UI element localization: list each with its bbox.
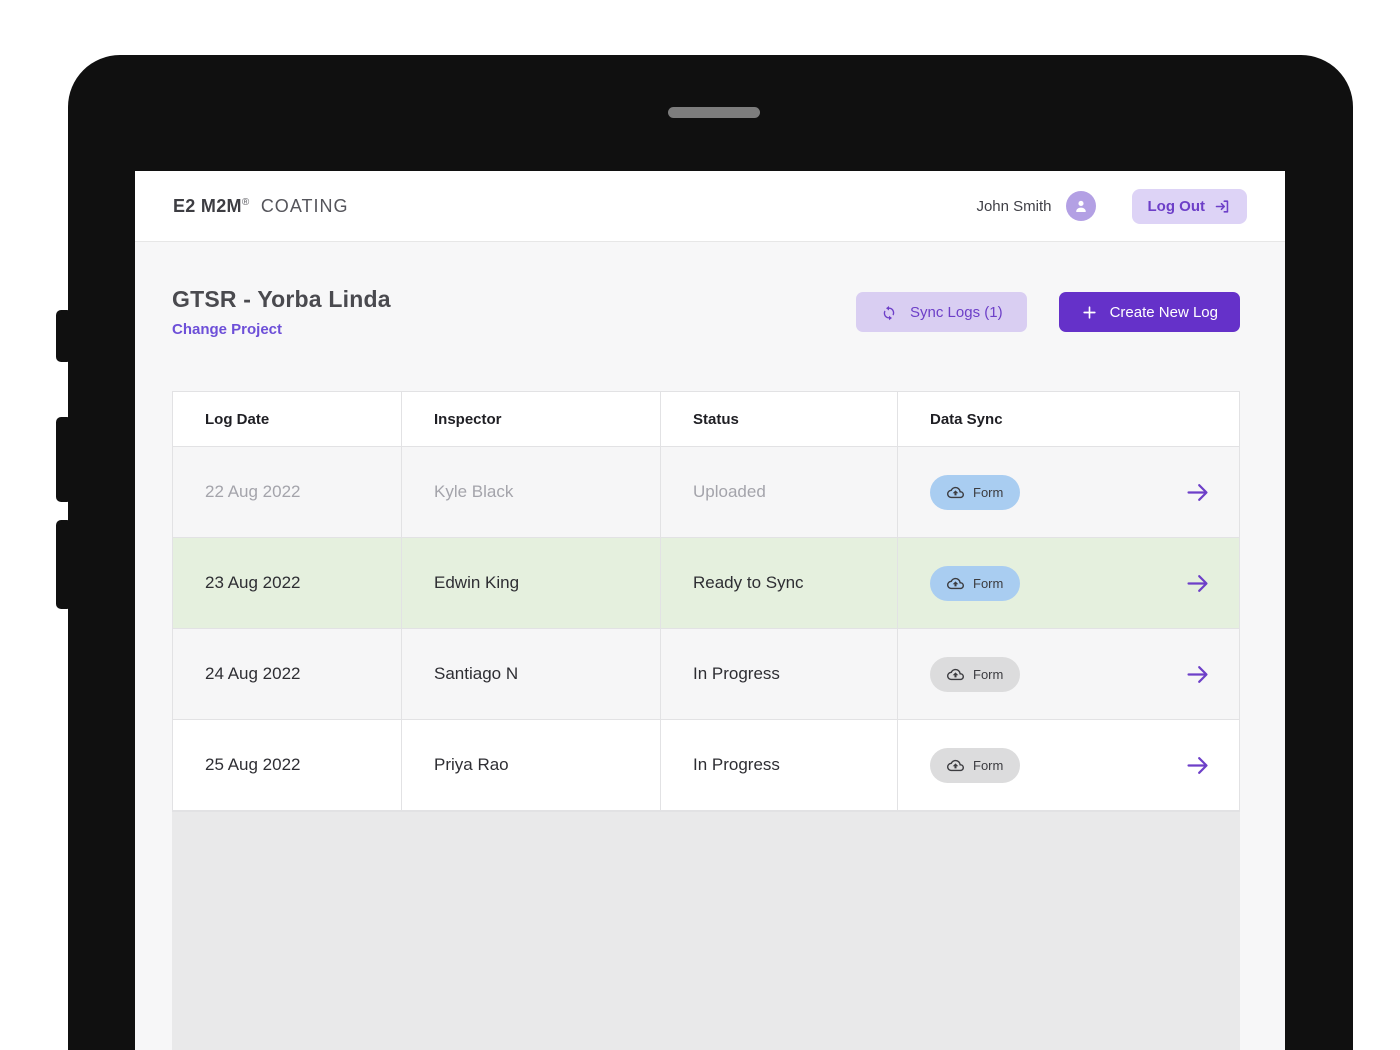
data-sync-cell: Form bbox=[898, 720, 1239, 810]
open-log-arrow-button[interactable] bbox=[1184, 661, 1211, 688]
column-header-log-date: Log Date bbox=[173, 392, 402, 446]
status-cell: In Progress bbox=[661, 720, 898, 810]
open-log-arrow-button[interactable] bbox=[1184, 752, 1211, 779]
arrow-right-icon bbox=[1184, 752, 1211, 779]
status-cell: In Progress bbox=[661, 629, 898, 719]
logs-table: Log Date Inspector Status Data Sync 22 A… bbox=[172, 391, 1240, 812]
logout-icon bbox=[1214, 198, 1231, 215]
table-row[interactable]: 25 Aug 2022 Priya Rao In Progress Form bbox=[173, 720, 1239, 811]
data-sync-cell: Form bbox=[898, 447, 1239, 537]
logout-button[interactable]: Log Out bbox=[1132, 189, 1247, 224]
arrow-right-icon bbox=[1184, 661, 1211, 688]
table-row[interactable]: 22 Aug 2022 Kyle Black Uploaded Form bbox=[173, 447, 1239, 538]
log-date-cell: 25 Aug 2022 bbox=[173, 720, 402, 810]
header-user-area: John Smith Log Out bbox=[976, 189, 1247, 224]
table-header-row: Log Date Inspector Status Data Sync bbox=[173, 392, 1239, 447]
project-heading: GTSR - Yorba Linda Change Project bbox=[172, 286, 391, 339]
sync-logs-label: Sync Logs (1) bbox=[910, 304, 1003, 321]
arrow-right-icon bbox=[1184, 479, 1211, 506]
log-date-cell: 22 Aug 2022 bbox=[173, 447, 402, 537]
app-header: E2 M2M® COATING John Smith Log Out bbox=[135, 171, 1285, 242]
avatar[interactable] bbox=[1066, 191, 1096, 221]
registered-mark: ® bbox=[242, 197, 250, 208]
plus-icon bbox=[1081, 304, 1098, 321]
create-new-log-button[interactable]: Create New Log bbox=[1059, 292, 1240, 332]
brand-suffix: COATING bbox=[261, 196, 349, 216]
inspector-cell: Santiago N bbox=[402, 629, 661, 719]
log-date-cell: 24 Aug 2022 bbox=[173, 629, 402, 719]
person-icon bbox=[1072, 197, 1090, 215]
form-button[interactable]: Form bbox=[930, 748, 1020, 783]
logout-label: Log Out bbox=[1148, 198, 1205, 215]
table-empty-area bbox=[172, 812, 1240, 1050]
tablet-screen: E2 M2M® COATING John Smith Log Out bbox=[135, 171, 1285, 1050]
table-row[interactable]: 23 Aug 2022 Edwin King Ready to Sync For… bbox=[173, 538, 1239, 629]
sync-icon bbox=[880, 303, 898, 321]
form-pill-label: Form bbox=[973, 485, 1003, 500]
log-date-cell: 23 Aug 2022 bbox=[173, 538, 402, 628]
sync-logs-button[interactable]: Sync Logs (1) bbox=[856, 292, 1027, 332]
status-cell: Uploaded bbox=[661, 447, 898, 537]
create-new-log-label: Create New Log bbox=[1110, 304, 1218, 321]
form-button[interactable]: Form bbox=[930, 566, 1020, 601]
speaker-grille bbox=[668, 107, 760, 118]
brand-name: E2 M2M bbox=[173, 196, 242, 216]
data-sync-cell: Form bbox=[898, 538, 1239, 628]
form-pill-label: Form bbox=[973, 667, 1003, 682]
page-background: E2 M2M® COATING John Smith Log Out bbox=[0, 0, 1400, 1050]
cloud-upload-icon bbox=[947, 757, 964, 774]
toolbar: GTSR - Yorba Linda Change Project Sync L… bbox=[135, 242, 1285, 339]
page-title: GTSR - Yorba Linda bbox=[172, 286, 391, 313]
inspector-cell: Edwin King bbox=[402, 538, 661, 628]
arrow-right-icon bbox=[1184, 570, 1211, 597]
inspector-cell: Priya Rao bbox=[402, 720, 661, 810]
status-cell: Ready to Sync bbox=[661, 538, 898, 628]
data-sync-cell: Form bbox=[898, 629, 1239, 719]
form-pill-label: Form bbox=[973, 758, 1003, 773]
open-log-arrow-button[interactable] bbox=[1184, 479, 1211, 506]
column-header-inspector: Inspector bbox=[402, 392, 661, 446]
app-logo: E2 M2M® COATING bbox=[173, 196, 348, 217]
form-button[interactable]: Form bbox=[930, 475, 1020, 510]
user-name: John Smith bbox=[976, 198, 1051, 215]
page-body: GTSR - Yorba Linda Change Project Sync L… bbox=[135, 242, 1285, 1050]
table-row[interactable]: 24 Aug 2022 Santiago N In Progress Form bbox=[173, 629, 1239, 720]
cloud-upload-icon bbox=[947, 666, 964, 683]
form-button[interactable]: Form bbox=[930, 657, 1020, 692]
open-log-arrow-button[interactable] bbox=[1184, 570, 1211, 597]
form-pill-label: Form bbox=[973, 576, 1003, 591]
cloud-upload-icon bbox=[947, 484, 964, 501]
tablet-device-frame: E2 M2M® COATING John Smith Log Out bbox=[68, 55, 1353, 1050]
toolbar-actions: Sync Logs (1) Create New Log bbox=[856, 292, 1240, 332]
column-header-status: Status bbox=[661, 392, 898, 446]
column-header-data-sync: Data Sync bbox=[898, 392, 1239, 446]
inspector-cell: Kyle Black bbox=[402, 447, 661, 537]
change-project-link[interactable]: Change Project bbox=[172, 321, 282, 338]
cloud-upload-icon bbox=[947, 575, 964, 592]
